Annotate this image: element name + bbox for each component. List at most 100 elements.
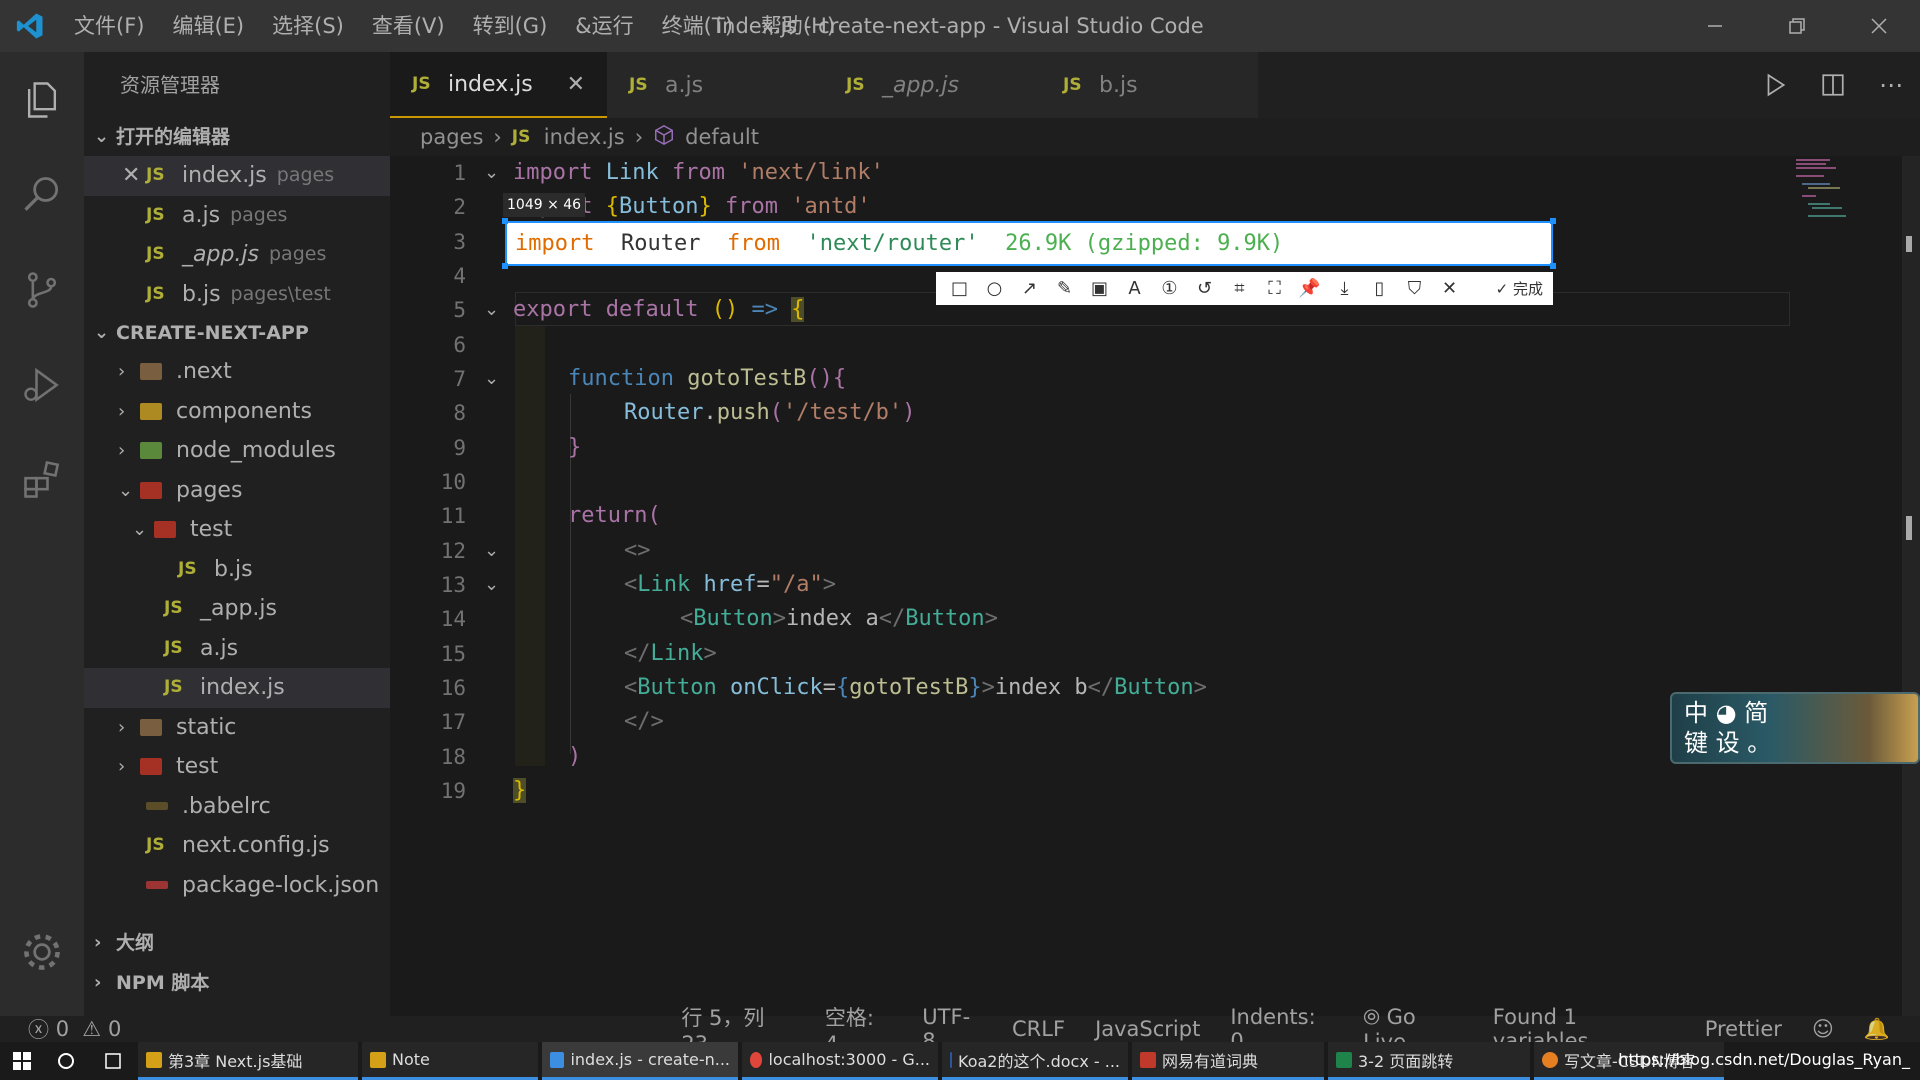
more-actions-icon[interactable]: ⋯ <box>1862 71 1920 99</box>
taskbar-app[interactable]: Koa2的这个.docx - ... <box>942 1042 1128 1080</box>
ocr-icon[interactable]: ⌗ <box>1222 272 1257 305</box>
tab-app-js[interactable]: JS _app.js <box>824 52 1041 118</box>
fold-chevron-icon[interactable]: ⌄ <box>484 156 499 190</box>
pen-tool-icon[interactable]: ✎ <box>1047 272 1082 305</box>
rectangle-tool-icon[interactable]: □ <box>942 272 977 305</box>
selection-handle[interactable] <box>502 263 508 269</box>
split-editor-icon[interactable] <box>1804 72 1862 98</box>
tree-item-folder[interactable]: › static <box>84 708 390 748</box>
tree-item-folder[interactable]: › node_modules <box>84 431 390 471</box>
save-icon[interactable]: ▯ <box>1362 272 1397 305</box>
tree-item-file[interactable]: .babelrc <box>84 787 390 827</box>
tree-item-folder[interactable]: › test <box>84 747 390 787</box>
menu-run[interactable]: &运行 <box>561 0 647 52</box>
extensions-icon[interactable] <box>0 432 84 527</box>
tab-a-js[interactable]: JS a.js <box>607 52 824 118</box>
menu-go[interactable]: 转到(G) <box>459 0 562 52</box>
tree-item-folder[interactable]: ⌄ test <box>84 510 390 550</box>
tree-item-file[interactable]: JS next.config.js <box>84 826 390 866</box>
explorer-icon[interactable] <box>0 52 84 147</box>
cortana-search-icon[interactable] <box>44 1052 88 1070</box>
end-of-line[interactable]: CRLF <box>1012 1017 1065 1041</box>
fold-chevron-icon[interactable]: ⌄ <box>484 293 499 327</box>
open-editor-item[interactable]: JS a.js pages <box>84 196 390 236</box>
code-line: import Link from 'next/link' <box>513 160 884 185</box>
screenshot-selection[interactable]: import Router from 'next/router' 26.9K (… <box>505 221 1553 266</box>
close-icon[interactable]: ✕ <box>567 72 585 97</box>
windows-start-icon[interactable] <box>0 1052 44 1070</box>
menu-selection[interactable]: 选择(S) <box>258 0 358 52</box>
language-mode[interactable]: JavaScript <box>1095 1017 1200 1041</box>
open-editor-item[interactable]: ✕ JS index.js pages <box>84 156 390 196</box>
taskbar-app[interactable]: index.js - create-n... <box>542 1042 738 1080</box>
fold-chevron-icon[interactable]: ⌄ <box>484 568 499 602</box>
feedback-icon[interactable]: ☺ <box>1812 1017 1834 1041</box>
breadcrumb-file[interactable]: index.js <box>544 125 625 149</box>
npm-scripts-header[interactable]: › NPM 脚本 <box>94 964 209 1002</box>
breadcrumb-folder[interactable]: pages <box>420 125 483 149</box>
menu-view[interactable]: 查看(V) <box>358 0 459 52</box>
long-screenshot-icon[interactable]: ⛶ <box>1257 272 1292 305</box>
selection-handle[interactable] <box>1550 218 1556 224</box>
taskbar-app[interactable]: 第3章 Next.js基础 <box>138 1042 358 1080</box>
ime-status-badge[interactable]: 中 ◕ 简 键 设 。 <box>1670 692 1920 764</box>
tree-item-file[interactable]: JS index.js <box>84 668 390 708</box>
chevron-right-icon: › <box>118 440 126 461</box>
breadcrumb-symbol[interactable]: default <box>685 125 759 149</box>
project-header[interactable]: ⌄ CREATE-NEXT-APP <box>84 314 390 352</box>
task-view-icon[interactable] <box>88 1052 138 1070</box>
minimap[interactable] <box>1790 156 1902 236</box>
tab-b-js[interactable]: JS b.js <box>1041 52 1258 118</box>
number-tool-icon[interactable]: ① <box>1152 272 1187 305</box>
open-editors-header[interactable]: ⌄ 打开的编辑器 <box>84 118 390 156</box>
taskbar-app[interactable]: localhost:3000 - G... <box>742 1042 938 1080</box>
open-editor-item[interactable]: JS _app.js pages <box>84 235 390 275</box>
arrow-tool-icon[interactable]: ↗ <box>1012 272 1047 305</box>
ellipse-tool-icon[interactable]: ○ <box>977 272 1012 305</box>
bookmark-icon[interactable]: ⛉ <box>1397 272 1432 305</box>
run-icon[interactable] <box>1746 72 1804 98</box>
menu-edit[interactable]: 编辑(E) <box>158 0 258 52</box>
tree-item-folder[interactable]: › components <box>84 392 390 432</box>
tree-item-file[interactable]: JS _app.js <box>84 589 390 629</box>
taskbar-app[interactable]: Note <box>362 1042 538 1080</box>
menu-help[interactable]: 帮助(H) <box>747 0 849 52</box>
close-icon[interactable]: ✕ <box>122 156 146 196</box>
cancel-icon[interactable]: ✕ <box>1432 272 1467 305</box>
source-control-icon[interactable] <box>0 242 84 337</box>
open-editor-item[interactable]: JS b.js pages\test <box>84 275 390 315</box>
taskbar-app[interactable]: 3-2 页面跳转 <box>1328 1042 1530 1080</box>
fold-chevron-icon[interactable]: ⌄ <box>484 534 499 568</box>
settings-gear-icon[interactable] <box>0 912 84 992</box>
done-button[interactable]: ✓ 完成 <box>1496 278 1543 299</box>
restore-button[interactable] <box>1756 0 1838 52</box>
selection-handle[interactable] <box>1550 263 1556 269</box>
search-icon[interactable] <box>0 147 84 242</box>
menu-file[interactable]: 文件(F) <box>60 0 158 52</box>
selection-handle[interactable] <box>502 218 508 224</box>
outline-header[interactable]: › 大纲 <box>94 924 154 962</box>
tree-item-folder[interactable]: › .next <box>84 352 390 392</box>
pin-icon[interactable]: 📌 <box>1292 272 1327 305</box>
fold-chevron-icon[interactable]: ⌄ <box>484 362 499 396</box>
text-tool-icon[interactable]: A <box>1117 272 1152 305</box>
minimize-button[interactable] <box>1674 0 1756 52</box>
mosaic-tool-icon[interactable]: ▣ <box>1082 272 1117 305</box>
line-number: 15 <box>440 642 466 666</box>
undo-icon[interactable]: ↺ <box>1187 272 1222 305</box>
notifications-bell-icon[interactable]: 🔔 <box>1864 1017 1890 1042</box>
tree-item-file[interactable]: JS a.js <box>84 629 390 669</box>
tree-item-file[interactable]: package-lock.json <box>84 866 390 906</box>
tree-item-file[interactable]: JS b.js <box>84 550 390 590</box>
tab-index-js[interactable]: JS index.js ✕ <box>390 52 607 118</box>
download-icon[interactable]: ⤓ <box>1327 272 1362 305</box>
prettier-status[interactable]: Prettier <box>1705 1017 1782 1041</box>
js-file-icon: JS <box>178 558 197 579</box>
taskbar-app[interactable]: 网易有道词典 <box>1132 1042 1324 1080</box>
close-window-button[interactable] <box>1838 0 1920 52</box>
editor-scrollbar[interactable] <box>1902 156 1920 1016</box>
problems-indicator[interactable]: ⓧ 0 ⚠ 0 <box>28 1014 121 1044</box>
run-debug-icon[interactable] <box>0 337 84 432</box>
menu-terminal[interactable]: 终端(T) <box>648 0 747 52</box>
tree-item-folder[interactable]: ⌄ pages <box>84 471 390 511</box>
